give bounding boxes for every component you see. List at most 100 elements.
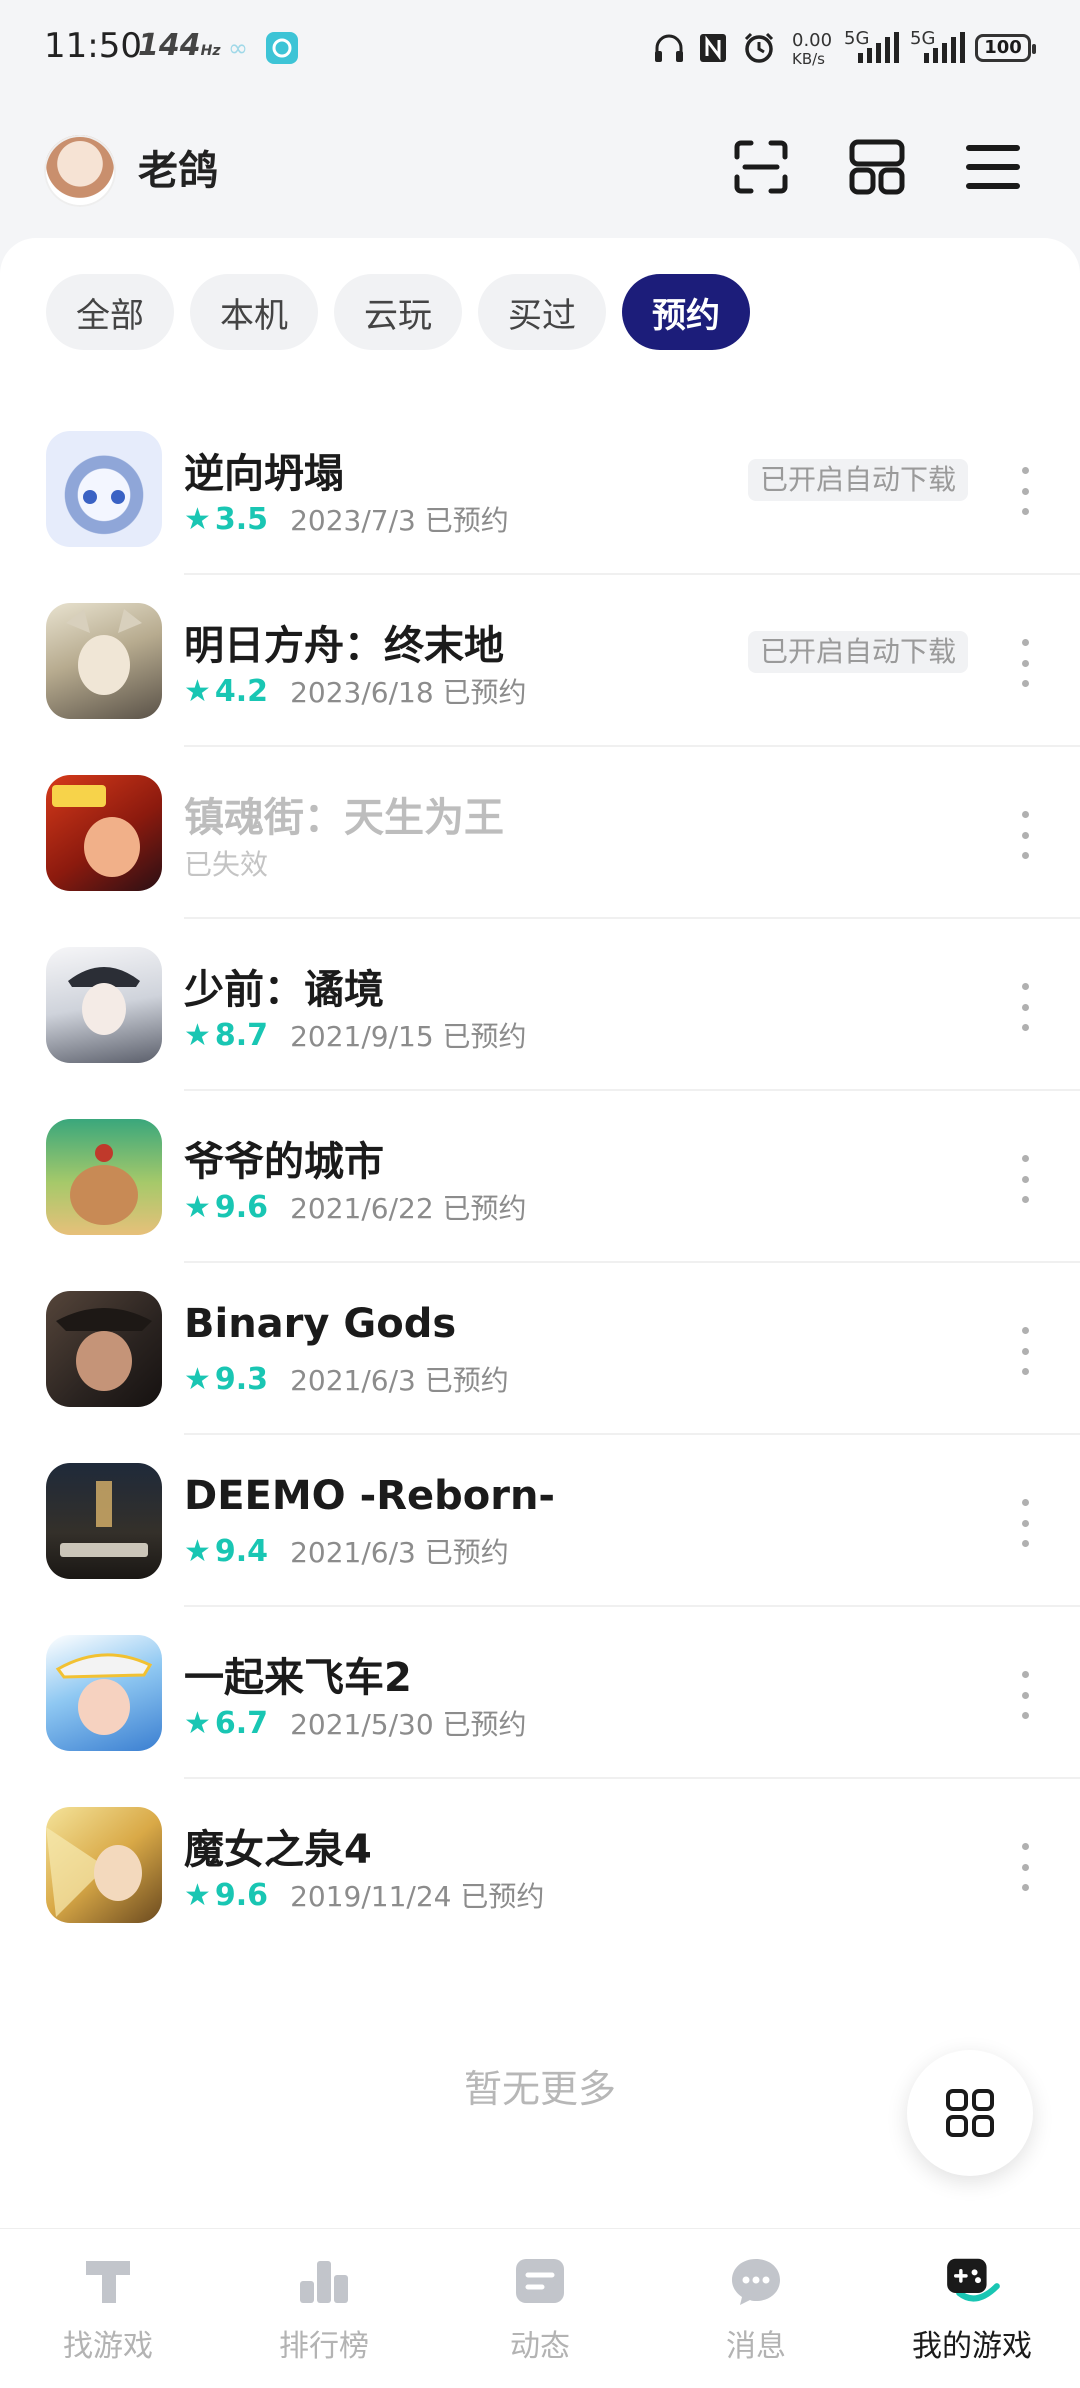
rating: ★ 9.4 [184,1534,268,1569]
game-title: 爷爷的城市 [184,1139,384,1185]
rating-value: 6.7 [214,1705,269,1741]
alarm-icon [742,28,776,68]
reserve-status: 2021/6/22 已预约 [290,1192,527,1225]
more-options-button[interactable] [1010,639,1040,687]
grid-icon [946,2089,994,2137]
refresh-rate-unit: Hz [200,43,221,59]
game-meta: ★ 3.5 2023/7/3 已预约 [184,499,509,539]
game-title: DEEMO -Reborn- [184,1473,556,1519]
game-icon [46,1635,162,1751]
auto-download-tag: 已开启自动下载 [748,631,969,673]
ranking-icon [294,2251,354,2311]
scan-button[interactable] [726,132,796,202]
my-games-icon [942,2251,1002,2311]
star-icon: ★ [184,1533,211,1569]
star-icon: ★ [184,1705,211,1741]
nfc-icon [698,28,728,68]
list-item[interactable]: 逆向坍塌 ★ 3.5 2023/7/3 已预约 已开启自动下载 [0,403,1080,575]
list-item[interactable]: Binary Gods ★ 9.3 2021/6/3 已预约 [0,1263,1080,1435]
net-speed-value: 0.00 [792,30,833,51]
menu-button[interactable] [958,132,1028,202]
filter-chip-local[interactable]: 本机 [190,274,318,350]
more-options-button[interactable] [1010,1327,1040,1375]
nav-find-game[interactable]: 找游戏 [0,2229,216,2388]
game-title: 明日方舟：终末地 [184,623,504,669]
rating-value: 9.6 [214,1877,269,1913]
nav-messages[interactable]: 消息 [648,2229,864,2388]
reserve-status: 2021/6/3 已预约 [290,1536,509,1569]
rating-value: 9.3 [214,1361,269,1397]
rating-value: 3.5 [214,501,269,537]
list-item[interactable]: 明日方舟：终末地 ★ 4.2 2023/6/18 已预约 已开启自动下载 [0,575,1080,747]
more-options-button[interactable] [1010,811,1040,859]
reserve-status: 2019/11/24 已预约 [290,1880,545,1913]
game-meta: ★ 9.6 2019/11/24 已预约 [184,1875,544,1915]
hamburger-menu-icon [966,145,1020,189]
nav-my-games[interactable]: 我的游戏 [864,2229,1080,2388]
headphones-icon [652,28,686,68]
more-options-button[interactable] [1010,1499,1040,1547]
more-options-button[interactable] [1010,1843,1040,1891]
filter-chip-reserved[interactable]: 预约 [622,274,750,350]
nav-label: 动态 [510,2329,570,2364]
game-meta: ★ 6.7 2021/5/30 已预约 [184,1703,527,1743]
game-title: 魔女之泉4 [184,1827,372,1873]
game-meta: ★ 8.7 2021/9/15 已预约 [184,1015,527,1055]
rating-value: 4.2 [214,673,269,709]
message-icon [726,2251,786,2311]
list-item[interactable]: 镇魂街：天生为王 已失效 [0,747,1080,919]
rating-value: 9.6 [214,1189,269,1225]
more-options-button[interactable] [1010,983,1040,1031]
nav-label: 我的游戏 [912,2329,1032,2364]
rating: ★ 6.7 [184,1706,268,1741]
more-options-button[interactable] [1010,467,1040,515]
username[interactable]: 老鸽 [138,138,218,196]
list-item[interactable]: 魔女之泉4 ★ 9.6 2019/11/24 已预约 [0,1779,1080,1951]
battery-indicator: 100 [975,34,1036,62]
bottom-nav: 找游戏 排行榜 动态 消息 我的游戏 [0,2228,1080,2388]
game-meta: ★ 9.4 2021/6/3 已预约 [184,1531,509,1571]
filter-chip-cloud[interactable]: 云玩 [334,274,462,350]
header: 老鸽 [0,110,1080,220]
nav-label: 找游戏 [63,2329,153,2364]
avatar[interactable] [44,135,116,207]
signal-icon-2 [918,28,966,68]
layout-button[interactable] [842,132,912,202]
scan-icon [734,140,788,194]
list-item[interactable]: 一起来飞车2 ★ 6.7 2021/5/30 已预约 [0,1607,1080,1779]
net-speed-unit: KB/s [792,50,825,68]
game-meta: ★ 4.2 2023/6/18 已预约 [184,671,527,711]
rating: ★ 9.6 [184,1878,268,1913]
filter-chips: 全部 本机 云玩 买过 预约 [46,274,750,350]
game-icon [46,431,162,547]
more-options-button[interactable] [1010,1155,1040,1203]
list-item[interactable]: 少前：谲境 ★ 8.7 2021/9/15 已预约 [0,919,1080,1091]
auto-download-tag: 已开启自动下载 [748,459,969,501]
nav-label: 排行榜 [279,2329,369,2364]
rating: ★ 3.5 [184,502,268,537]
game-title: Binary Gods [184,1301,457,1347]
rating-value: 8.7 [214,1017,269,1053]
game-icon [46,1463,162,1579]
more-options-button[interactable] [1010,1671,1040,1719]
game-meta: ★ 9.6 2021/6/22 已预约 [184,1187,527,1227]
star-icon: ★ [184,501,211,537]
star-icon: ★ [184,673,211,709]
status-bar: 11:50 144Hz ∞ 0.00 KB/s 5G 5G 100 [0,0,1080,100]
feed-icon [510,2251,570,2311]
filter-chip-purchased[interactable]: 买过 [478,274,606,350]
list-item[interactable]: DEEMO -Reborn- ★ 9.4 2021/6/3 已预约 [0,1435,1080,1607]
nav-feed[interactable]: 动态 [432,2229,648,2388]
rating: ★ 4.2 [184,674,268,709]
game-icon [46,603,162,719]
filter-chip-all[interactable]: 全部 [46,274,174,350]
nav-ranking[interactable]: 排行榜 [216,2229,432,2388]
floating-grid-button[interactable] [907,2050,1033,2176]
game-icon [46,775,162,891]
game-icon [46,947,162,1063]
reserve-status: 2023/6/18 已预约 [290,676,527,709]
rating-value: 9.4 [214,1533,269,1569]
game-icon [46,1119,162,1235]
nav-label: 消息 [726,2329,786,2364]
list-item[interactable]: 爷爷的城市 ★ 9.6 2021/6/22 已预约 [0,1091,1080,1263]
